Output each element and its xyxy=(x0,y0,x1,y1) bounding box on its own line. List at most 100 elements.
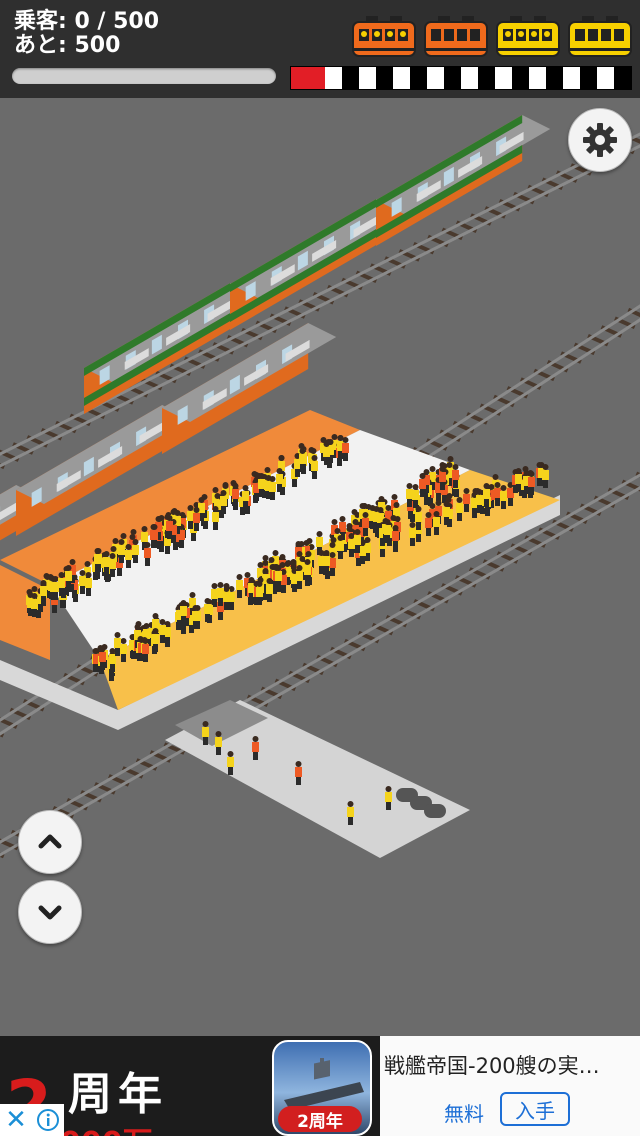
passenger xyxy=(58,572,65,596)
passenger xyxy=(109,648,116,672)
timeline-bar xyxy=(290,66,632,90)
passenger xyxy=(337,535,344,559)
passenger xyxy=(242,485,249,509)
passenger xyxy=(125,544,132,568)
passenger xyxy=(159,619,166,643)
passenger xyxy=(220,490,227,514)
passenger xyxy=(542,464,549,488)
passenger xyxy=(362,512,369,536)
ad-app-icon[interactable]: 2周年 xyxy=(272,1040,372,1136)
passenger xyxy=(79,570,86,594)
yellow-empty-car-icon[interactable] xyxy=(568,14,632,60)
passenger xyxy=(515,468,522,492)
passenger xyxy=(204,598,211,622)
orange-passenger-car-icon[interactable] xyxy=(352,14,416,60)
passenger xyxy=(483,483,490,507)
timeline-segment xyxy=(291,67,308,89)
gear-icon xyxy=(583,123,617,157)
passenger xyxy=(217,582,224,606)
passenger xyxy=(296,565,303,589)
passenger xyxy=(266,578,273,602)
passenger xyxy=(425,512,432,536)
passenger xyxy=(323,441,330,465)
passenger xyxy=(295,761,302,785)
timeline-segment xyxy=(597,67,614,89)
scroll-down-button[interactable] xyxy=(18,880,82,944)
passenger xyxy=(347,801,354,825)
hud-bar: 乗客: 0 / 500 あと: 500 xyxy=(0,0,640,98)
yellow-passenger-car-icon[interactable] xyxy=(496,14,560,60)
timeline-segment xyxy=(563,67,580,89)
passenger xyxy=(276,468,283,492)
ad-get-button[interactable]: 入手 xyxy=(500,1092,570,1126)
station-scene-svg xyxy=(0,115,640,859)
ad-promo-text: 周年 xyxy=(68,1069,168,1120)
ticket-gate xyxy=(424,804,446,818)
passenger xyxy=(180,600,187,624)
passenger xyxy=(392,525,399,549)
scroll-up-button[interactable] xyxy=(18,810,82,874)
passenger xyxy=(342,437,349,461)
station-scene[interactable] xyxy=(0,98,640,1036)
passenger xyxy=(507,482,514,506)
passenger xyxy=(385,786,392,810)
passenger xyxy=(329,552,336,576)
passenger xyxy=(114,632,121,656)
timeline-segment xyxy=(478,67,495,89)
timeline-segment xyxy=(614,67,631,89)
passenger xyxy=(256,581,263,605)
passenger xyxy=(406,483,413,507)
timeline-segment xyxy=(342,67,359,89)
passenger xyxy=(40,580,47,604)
passenger xyxy=(443,501,450,525)
passenger xyxy=(275,565,282,589)
timeline-segment xyxy=(359,67,376,89)
timeline-segment xyxy=(495,67,512,89)
passenger xyxy=(452,464,459,488)
passenger xyxy=(166,515,173,539)
info-icon[interactable] xyxy=(32,1104,64,1136)
passenger xyxy=(528,471,535,495)
ad-app-badge: 2周年 xyxy=(278,1106,362,1132)
passenger xyxy=(456,497,463,521)
passenger xyxy=(476,489,483,513)
passenger xyxy=(269,476,276,500)
passenger xyxy=(132,539,139,563)
passenger xyxy=(463,488,470,512)
settings-button[interactable] xyxy=(568,108,632,172)
passenger xyxy=(348,533,355,557)
passenger xyxy=(384,519,391,543)
passenger xyxy=(252,736,259,760)
passenger xyxy=(109,553,116,577)
timeline-segment xyxy=(546,67,563,89)
close-icon[interactable]: ✕ xyxy=(0,1104,32,1136)
timeline-segment xyxy=(410,67,427,89)
timeline-segment xyxy=(376,67,393,89)
passenger xyxy=(52,576,59,600)
passenger xyxy=(151,524,158,548)
ad-banner[interactable]: 2 周年 000万 2周年 戦艦帝国-200艘の実… 無料 入手 xyxy=(0,1036,640,1136)
ad-app-title[interactable]: 戦艦帝国-200艘の実… xyxy=(384,1050,600,1080)
passenger xyxy=(299,448,306,472)
passenger xyxy=(323,550,330,574)
timeline-segment xyxy=(427,67,444,89)
passenger xyxy=(223,586,230,610)
timeline-segment xyxy=(529,67,546,89)
passenger-count: 乗客: 0 / 500 xyxy=(14,9,160,34)
ad-promo-sub: 000万 xyxy=(60,1118,153,1136)
passenger xyxy=(152,628,159,652)
passenger xyxy=(494,482,501,506)
chevron-up-icon xyxy=(38,834,62,849)
passenger xyxy=(412,484,419,508)
passenger xyxy=(311,455,318,479)
passenger xyxy=(415,506,422,530)
passenger xyxy=(236,574,243,598)
passenger xyxy=(232,483,239,507)
passenger xyxy=(193,507,200,531)
passenger xyxy=(419,473,426,497)
orange-empty-car-icon[interactable] xyxy=(424,14,488,60)
passenger xyxy=(433,511,440,535)
passenger xyxy=(439,466,446,490)
upper-train xyxy=(84,115,551,414)
passenger xyxy=(409,522,416,546)
